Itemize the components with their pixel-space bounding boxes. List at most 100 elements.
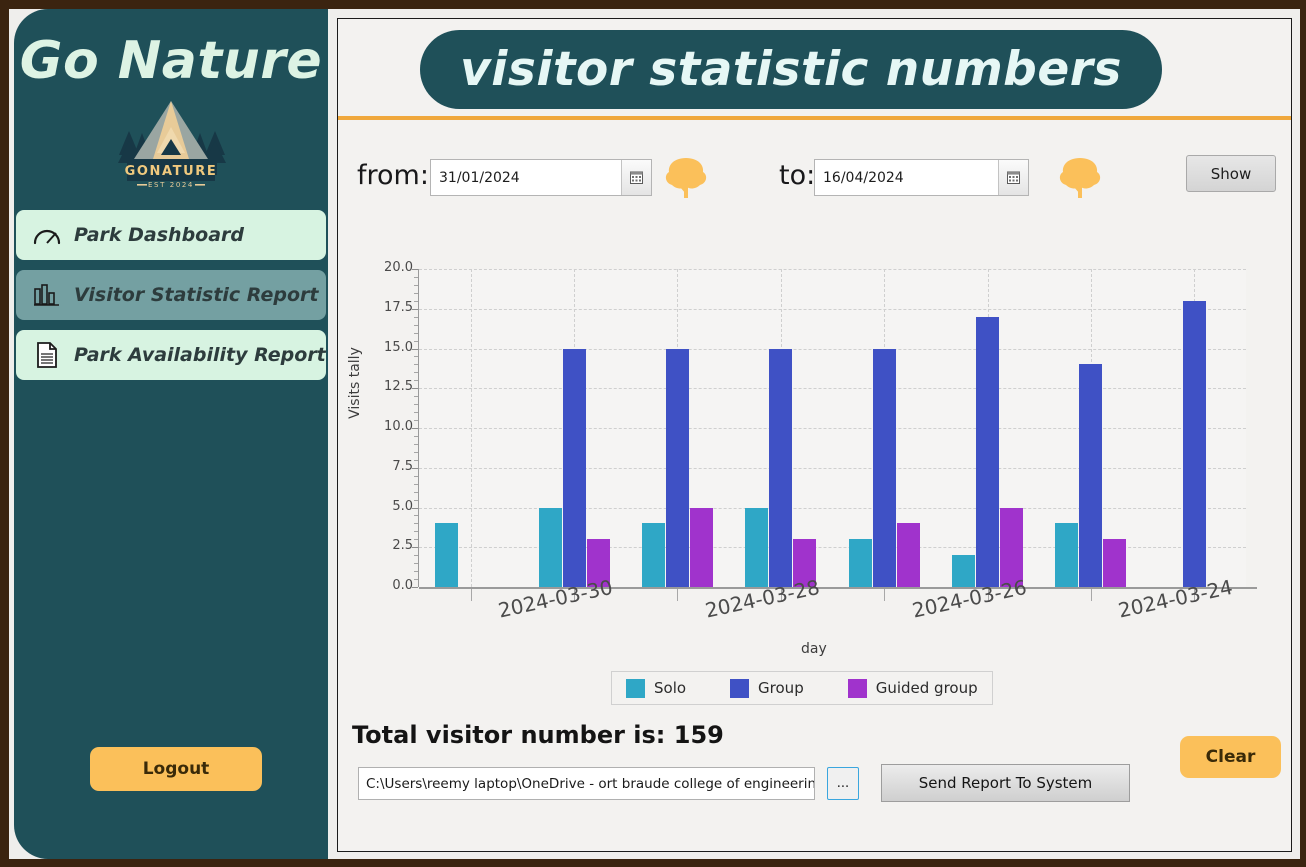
legend-swatch-group [730, 678, 750, 698]
chart-y-tick-label: 17.5 [384, 299, 413, 315]
sidebar-item-park-dashboard[interactable]: Park Dashboard [16, 210, 326, 260]
total-visitor-number: Total visitor number is: 159 [352, 721, 724, 749]
chart-y-tick-label: 0.0 [392, 578, 413, 593]
from-calendar-icon[interactable] [621, 160, 651, 195]
date-filter-row: from: 31/01/2024 to: 16/04/2024 Show [338, 131, 1291, 217]
legend-swatch-guided-group [847, 678, 867, 698]
chart-bar [848, 539, 872, 587]
chart-y-tick-minor [414, 364, 418, 366]
chart-y-tick-minor [414, 380, 418, 382]
legend-label: Solo [654, 679, 687, 697]
chart-y-tick-minor [414, 491, 418, 493]
sidebar-item-visitor-statistic-report[interactable]: Visitor Statistic Report [16, 270, 326, 320]
chart-y-tick-minor [414, 571, 418, 573]
window-border-top [0, 0, 1306, 9]
chart-y-tick-mark [412, 547, 418, 549]
chart-y-tick-minor [414, 292, 418, 294]
chart-y-tick-label: 5.0 [392, 498, 413, 514]
chart-bar [538, 507, 562, 587]
to-label: to: [779, 160, 816, 191]
tree-icon [1059, 158, 1101, 198]
chart-y-tick-minor [414, 539, 418, 541]
chart-y-tick-minor [414, 372, 418, 374]
legend-item: Group [730, 678, 804, 698]
document-icon [32, 340, 62, 370]
chart-y-tick-mark [412, 269, 418, 270]
chart-bar [1055, 523, 1079, 587]
sidebar-item-label: Park Availability Report [74, 344, 326, 366]
chart-x-axis-label: day [801, 641, 827, 657]
chart-y-tick-minor [414, 316, 418, 318]
chart-bar [641, 523, 665, 587]
chart-y-tick-label: 7.5 [392, 458, 413, 474]
gonature-logo-icon: GONATURE EST 2024 [118, 101, 226, 189]
chart-y-tick-minor [414, 404, 418, 406]
chart-bar [745, 507, 769, 587]
sidebar-item-park-availability-report[interactable]: Park Availability Report [16, 330, 326, 380]
from-date-field[interactable]: 31/01/2024 [430, 159, 652, 196]
gauge-icon [32, 220, 62, 250]
chart-y-tick-mark [412, 587, 418, 588]
chart-y-tick-minor [414, 483, 418, 485]
clear-button[interactable]: Clear [1180, 736, 1281, 778]
chart-y-tick-label: 10.0 [384, 419, 413, 434]
chart-bar [1079, 364, 1103, 587]
chart-y-tick-minor [414, 340, 418, 342]
chart-y-tick-minor [414, 412, 418, 414]
chart-bar [665, 348, 689, 587]
browse-folder-button[interactable]: ... [827, 767, 859, 800]
application-window: Go Nature GONATURE EST 2024 Park Dashboa… [0, 0, 1306, 867]
chart-y-tick-mark [412, 348, 418, 350]
legend-swatch-solo [626, 678, 645, 698]
chart-y-tick-minor [414, 579, 418, 581]
chart-y-tick-minor [414, 523, 418, 525]
chart-bar [872, 348, 896, 587]
report-path-input[interactable]: C:\Users\reemy laptop\OneDrive - ort bra… [358, 767, 815, 800]
chart-gridline-horizontal [419, 348, 1246, 350]
to-date-value[interactable]: 16/04/2024 [815, 170, 998, 186]
chart-bar [435, 523, 459, 587]
chart-y-tick-label: 2.5 [392, 538, 413, 554]
title-band: visitor statistic numbers [338, 19, 1291, 120]
chart-y-tick-mark [412, 467, 418, 469]
chart-y-tick-minor [414, 332, 418, 334]
to-date-field[interactable]: 16/04/2024 [814, 159, 1029, 196]
chart-gridline-vertical [470, 269, 472, 587]
to-calendar-icon[interactable] [998, 160, 1028, 195]
chart-gridline-horizontal [419, 269, 1246, 270]
logo: GONATURE EST 2024 [14, 97, 328, 194]
chart-y-tick-mark [412, 308, 418, 310]
tree-icon [665, 158, 707, 198]
brand-title: Go Nature [19, 31, 323, 91]
chart-y-tick-minor [414, 555, 418, 557]
send-report-button[interactable]: Send Report To System [881, 764, 1130, 802]
bar-chart-icon [32, 280, 62, 310]
from-label: from: [357, 160, 429, 191]
chart-y-tick-minor [414, 563, 418, 565]
window-border-right [1300, 0, 1306, 867]
chart-x-tick-mark [677, 589, 679, 601]
chart-bar [952, 555, 976, 587]
show-button[interactable]: Show [1186, 155, 1276, 192]
chart-gridline-horizontal [419, 428, 1246, 429]
chart-y-tick-minor [414, 420, 418, 422]
chart-y-tick-minor [414, 284, 418, 286]
chart-x-tick-mark [470, 589, 472, 601]
chart-legend: Solo Group Guided group [611, 671, 993, 705]
chart-y-tick-minor [414, 475, 418, 477]
page-title: visitor statistic numbers [460, 42, 1122, 97]
chart-y-tick-minor [414, 499, 418, 501]
logo-established: EST 2024 [148, 181, 194, 189]
chart-y-tick-minor [414, 531, 418, 533]
chart-y-tick-label: 15.0 [384, 339, 413, 355]
chart-x-tick-mark [884, 589, 886, 601]
chart-y-tick-minor [414, 459, 418, 461]
logout-button[interactable]: Logout [90, 747, 262, 791]
chart-y-tick-minor [414, 396, 418, 398]
chart-y-tick-mark [412, 428, 418, 429]
report-path-value[interactable]: C:\Users\reemy laptop\OneDrive - ort bra… [366, 776, 814, 792]
from-date-value[interactable]: 31/01/2024 [431, 170, 621, 186]
sidebar-item-label: Park Dashboard [74, 224, 245, 246]
chart-y-tick-label: 20.0 [384, 260, 413, 275]
window-border-bottom [0, 859, 1306, 867]
